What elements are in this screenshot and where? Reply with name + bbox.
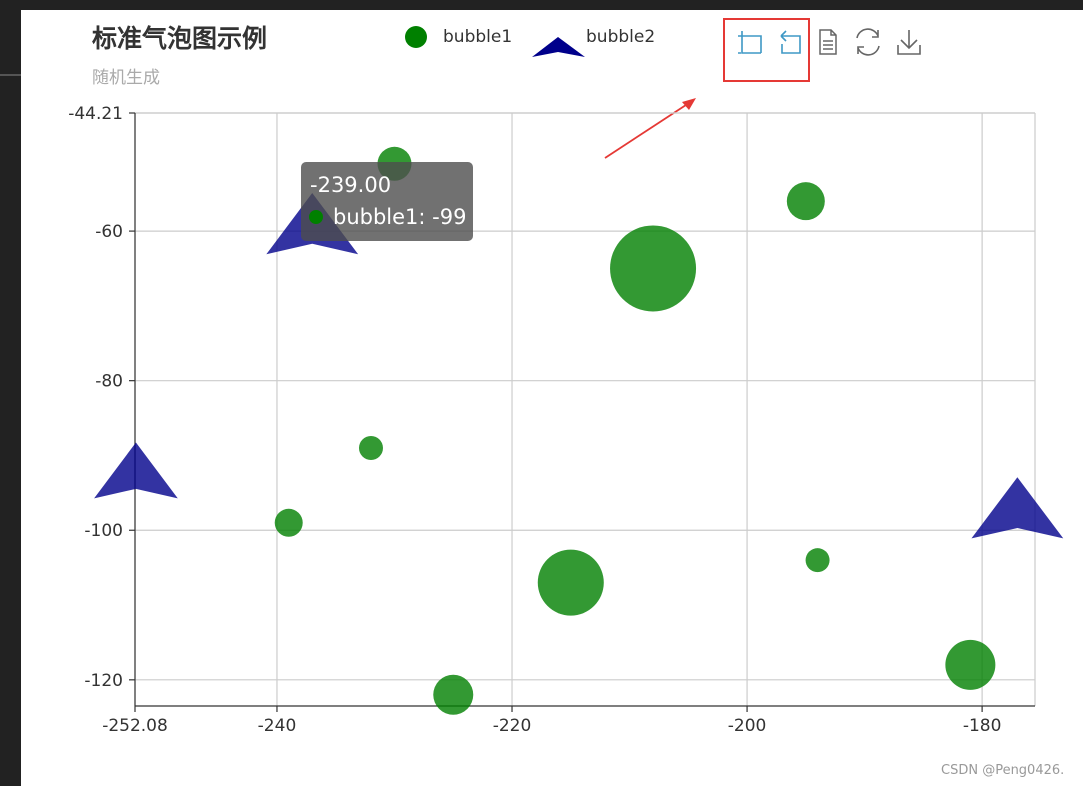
tooltip-marker: [309, 210, 323, 224]
x-tick-label: -240: [258, 716, 297, 736]
axes: [134, 113, 1035, 707]
y-tick-label: -80: [95, 372, 123, 392]
restore-icon[interactable]: [852, 28, 882, 58]
watermark: CSDN @Peng0426.: [941, 763, 1064, 778]
bubble1-point[interactable]: [945, 639, 996, 690]
bubble1-point[interactable]: [610, 225, 697, 312]
tooltip: -239.00 bubble1: -99: [301, 162, 473, 241]
bubble1-point[interactable]: [786, 182, 825, 221]
series: [94, 146, 1064, 715]
zoom-reset-icon[interactable]: [774, 28, 804, 58]
zoom-icon[interactable]: [726, 28, 762, 58]
legend: bubble1 bubble2: [405, 26, 655, 57]
chart-title: 标准气泡图示例: [92, 24, 267, 53]
tooltip-value: bubble1: -99: [333, 205, 466, 229]
bubble1-point[interactable]: [358, 435, 383, 460]
tick-labels: -44.21 -60 -80 -100 -120 -252.08 -240 -220 -200 -…: [68, 104, 1001, 736]
legend-label-bubble2: bubble2: [586, 27, 655, 47]
y-tick-label: -44.21: [68, 104, 123, 124]
x-tick-label: -200: [728, 716, 767, 736]
x-tick-label: -252.08: [102, 716, 168, 736]
x-tick-label: -220: [493, 716, 532, 736]
legend-item-bubble1[interactable]: bubble1: [405, 26, 512, 48]
annotation-arrow-icon: [604, 98, 696, 159]
save-image-icon[interactable]: [894, 28, 924, 58]
bubble2-point[interactable]: [971, 477, 1064, 539]
bubble1-point[interactable]: [274, 508, 303, 537]
legend-marker-circle: [405, 26, 427, 48]
data-view-icon[interactable]: [812, 28, 842, 58]
bubble2-point[interactable]: [94, 442, 178, 499]
legend-label-bubble1: bubble1: [443, 27, 512, 47]
chart-canvas: 标准气泡图示例 随机生成 bubble1 bubble2 -44.21-60-8…: [68, 18, 1064, 778]
grid: [134, 112, 1036, 706]
y-tick-label: -100: [84, 521, 123, 541]
chart-subtitle: 随机生成: [92, 68, 160, 88]
tooltip-title: -239.00: [310, 173, 391, 197]
legend-item-bubble2[interactable]: bubble2: [532, 27, 655, 57]
y-tick-label: -60: [95, 222, 123, 242]
bubble1-point[interactable]: [805, 548, 830, 573]
bubble1-point[interactable]: [433, 674, 474, 715]
x-tick-label: -180: [963, 716, 1002, 736]
y-tick-label: -120: [84, 671, 123, 691]
bubble1-point[interactable]: [537, 549, 604, 616]
legend-marker-arrow: [532, 37, 585, 57]
